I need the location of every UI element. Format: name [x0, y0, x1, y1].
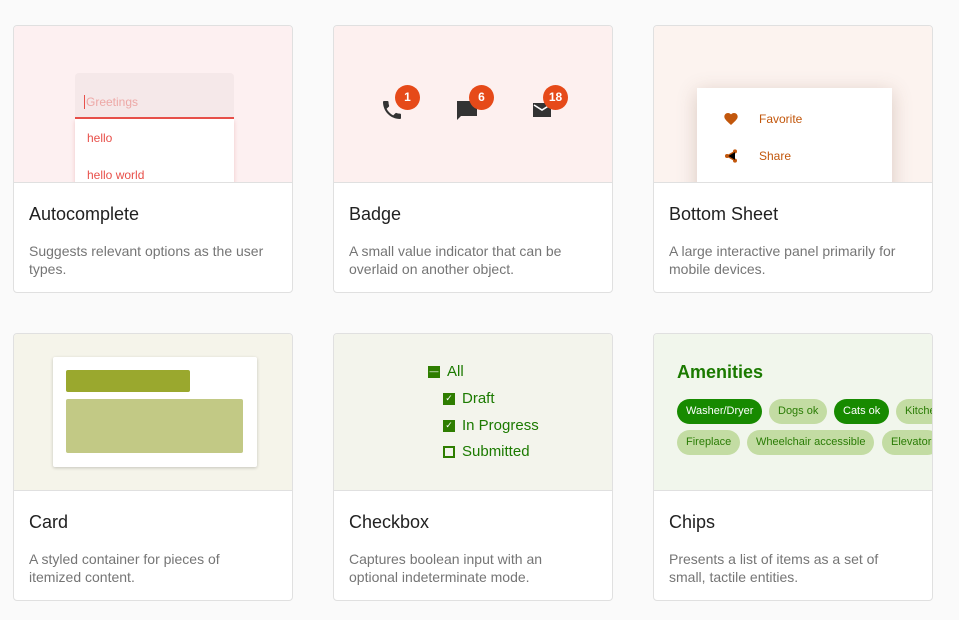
autocomplete-input[interactable]: Greetings — [75, 73, 234, 119]
card-autocomplete[interactable]: Greetings hello hello world Autocomplete… — [13, 25, 293, 293]
badge-count: 6 — [469, 85, 494, 110]
card-description: Captures boolean input with an optional … — [349, 551, 543, 585]
sheet-item-share[interactable]: Share — [759, 149, 791, 163]
chips-heading: Amenities — [677, 362, 764, 382]
sample-card — [53, 357, 257, 467]
card-chips[interactable]: Amenities Washer/Dryer Dogs ok Cats ok K… — [653, 333, 933, 601]
share-icon — [725, 149, 737, 163]
sheet-item-favorite[interactable]: Favorite — [759, 112, 802, 126]
badge-preview: 1 6 18 — [334, 26, 612, 183]
card-title: Chips — [669, 512, 716, 532]
chip[interactable]: Elevator — [882, 430, 932, 455]
card-description: A large interactive panel primarily for … — [669, 243, 896, 277]
input-placeholder: Greetings — [84, 95, 139, 109]
indeterminate-icon: — — [428, 365, 440, 378]
chips-preview: Amenities Washer/Dryer Dogs ok Cats ok K… — [654, 334, 932, 491]
option-hello[interactable]: hello — [87, 131, 112, 145]
card-description: A small value indicator that can be over… — [349, 243, 562, 277]
checkbox-draft[interactable]: ✓ Draft — [443, 390, 495, 407]
badge-count: 18 — [543, 85, 568, 110]
autocomplete-preview: Greetings hello hello world — [14, 26, 292, 183]
chip[interactable]: Dogs ok — [769, 399, 828, 424]
heart-icon — [724, 113, 738, 125]
checkbox-all[interactable]: — All — [428, 363, 464, 380]
card-header-bar — [66, 370, 190, 392]
card-checkbox[interactable]: — All ✓ Draft ✓ In Progress Submitted Check… — [333, 333, 613, 601]
chip[interactable]: Fireplace — [677, 430, 741, 455]
checkbox-label: Submitted — [462, 443, 530, 460]
checkbox-preview: — All ✓ Draft ✓ In Progress Submitted — [334, 334, 612, 491]
card-description: Suggests relevant options as the user ty… — [29, 243, 264, 277]
card-bottom-sheet[interactable]: Favorite Share Bottom Sheet A large inte… — [653, 25, 933, 293]
card-description: Presents a list of items as a set of sma… — [669, 551, 879, 585]
card-body-block — [66, 399, 243, 453]
check-icon: ✓ — [443, 419, 455, 432]
card-title: Badge — [349, 204, 402, 224]
chip[interactable]: Cats ok — [834, 399, 890, 424]
chip[interactable]: Washer/Dryer — [677, 399, 763, 424]
chip[interactable]: Kitchen — [896, 399, 932, 424]
checkbox-label: Draft — [462, 390, 495, 407]
chip[interactable]: Wheelchair accessible — [747, 430, 875, 455]
badge-count: 1 — [395, 85, 420, 110]
autocomplete-options: hello hello world — [75, 119, 234, 182]
unchecked-icon — [443, 445, 455, 458]
card-title: Card — [29, 512, 69, 532]
card-description: A styled container for pieces of itemize… — [29, 551, 220, 585]
check-icon: ✓ — [443, 392, 455, 405]
card-title: Autocomplete — [29, 204, 140, 224]
option-hello-world[interactable]: hello world — [87, 168, 144, 182]
bottom-sheet: Favorite Share — [697, 88, 892, 182]
card-card[interactable]: Card A styled container for pieces of it… — [13, 333, 293, 601]
bottom-sheet-preview: Favorite Share — [654, 26, 932, 183]
checkbox-label: All — [447, 363, 464, 380]
checkbox-submitted[interactable]: Submitted — [443, 443, 530, 460]
card-title: Bottom Sheet — [669, 204, 779, 224]
checkbox-in-progress[interactable]: ✓ In Progress — [443, 417, 539, 434]
card-badge[interactable]: 1 6 18 Badge A small value indicator tha… — [333, 25, 613, 293]
card-title: Checkbox — [349, 512, 430, 532]
card-preview — [14, 334, 292, 491]
checkbox-label: In Progress — [462, 417, 539, 434]
